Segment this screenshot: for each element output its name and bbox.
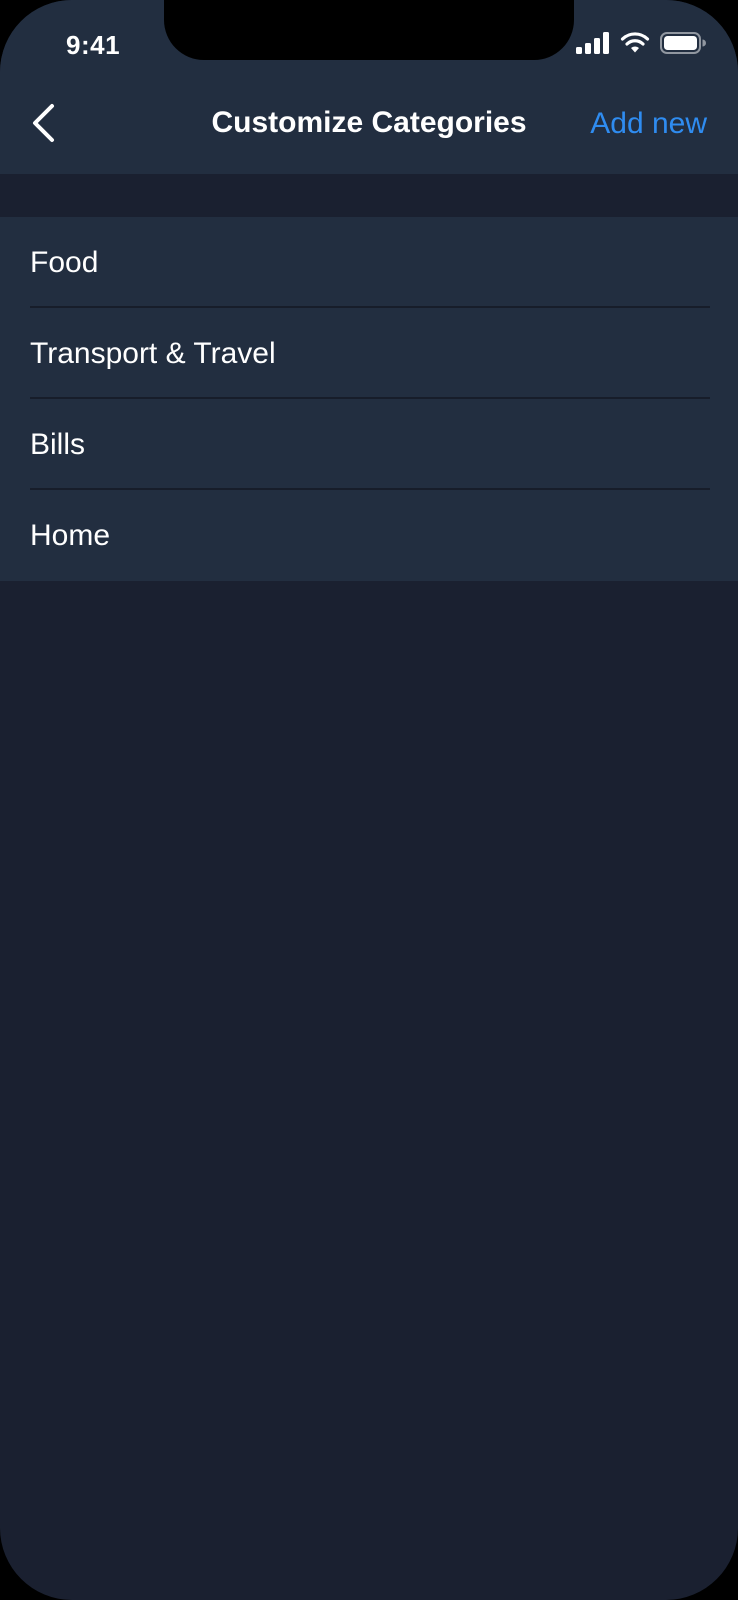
category-item-bills[interactable]: Bills — [0, 399, 738, 490]
category-item-food[interactable]: Food — [0, 217, 738, 308]
notch — [164, 0, 574, 60]
category-label: Transport & Travel — [30, 336, 276, 370]
header: 9:41 Customize Categories Add new — [0, 0, 738, 174]
category-item-home[interactable]: Home — [0, 490, 738, 581]
cellular-signal-icon — [576, 31, 610, 59]
category-label: Bills — [30, 427, 86, 461]
chevron-left-icon — [30, 103, 58, 148]
battery-icon — [660, 31, 706, 59]
category-item-transport-travel[interactable]: Transport & Travel — [0, 308, 738, 399]
back-button[interactable] — [22, 100, 66, 150]
page-title: Customize Categories — [211, 106, 527, 139]
category-list: Food Transport & Travel Bills Home — [0, 217, 738, 581]
status-time: 9:41 — [66, 30, 121, 60]
status-icons — [576, 31, 706, 59]
category-label: Food — [30, 245, 99, 279]
category-label: Home — [30, 518, 111, 552]
add-new-button[interactable]: Add new — [590, 107, 707, 141]
wifi-icon — [620, 31, 650, 59]
phone-screen: 9:41 Customize Categories Add new Food T… — [0, 0, 738, 1600]
